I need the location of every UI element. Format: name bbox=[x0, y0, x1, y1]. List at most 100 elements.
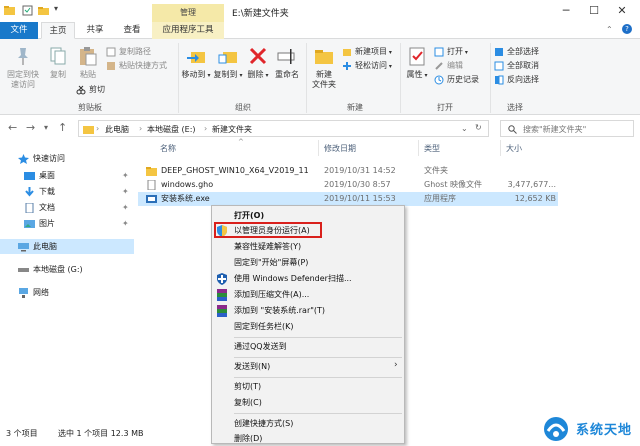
nav-local-disk-g[interactable]: 本地磁盘 (G:) bbox=[18, 263, 83, 277]
new-item-icon bbox=[343, 48, 351, 56]
table-row[interactable]: DEEP_GHOST_WIN10_X64_V2019_11 2019/10/31… bbox=[138, 164, 558, 178]
properties-button[interactable]: 属性 ▾ bbox=[404, 45, 430, 81]
forward-arrow-icon[interactable]: → bbox=[26, 121, 35, 134]
new-item-button[interactable]: 新建项目 ▾ bbox=[342, 45, 392, 58]
nav-desktop[interactable]: 桌面 bbox=[24, 169, 55, 183]
breadcrumb-new-folder[interactable]: 新建文件夹 bbox=[212, 124, 252, 135]
menu-compat-troubleshoot[interactable]: 兼容性疑难解答(Y) bbox=[234, 240, 301, 254]
tab-file[interactable]: 文件 bbox=[0, 22, 38, 39]
copy-button[interactable]: 复制 bbox=[44, 45, 72, 80]
properties-quick-icon[interactable] bbox=[22, 5, 33, 16]
delete-button[interactable]: 删除 ▾ bbox=[246, 45, 270, 81]
address-box[interactable]: › 此电脑 › 本地磁盘 (E:) › 新建文件夹 ⌄ ↻ bbox=[78, 120, 489, 137]
select-all-button[interactable]: 全部选择 bbox=[494, 45, 539, 58]
select-group-label: 选择 bbox=[507, 103, 523, 112]
back-arrow-icon[interactable]: ← bbox=[8, 121, 17, 134]
refresh-icon[interactable]: ↻ bbox=[475, 123, 482, 132]
open-button[interactable]: 打开 ▾ bbox=[434, 45, 468, 58]
column-date[interactable]: 修改日期 bbox=[324, 143, 356, 154]
menu-pin-taskbar[interactable]: 固定到任务栏(K) bbox=[234, 320, 294, 334]
nav-downloads[interactable]: 下载 bbox=[24, 185, 55, 199]
column-size[interactable]: 大小 bbox=[506, 143, 522, 154]
context-menu: 打开(O) 以管理员身份运行(A) 兼容性疑难解答(Y) 固定到"开始"屏幕(P… bbox=[211, 205, 405, 444]
menu-cut[interactable]: 剪切(T) bbox=[234, 380, 261, 394]
folder-icon bbox=[83, 126, 94, 134]
customize-qat-icon[interactable]: ▾ bbox=[54, 4, 58, 13]
submenu-arrow-icon: › bbox=[394, 360, 398, 370]
menu-add-rar[interactable]: 添加到 "安装系统.rar"(T) bbox=[234, 304, 325, 318]
menu-pin-start[interactable]: 固定到"开始"屏幕(P) bbox=[234, 256, 308, 270]
edit-button[interactable]: 编辑 bbox=[434, 59, 463, 72]
tab-view[interactable]: 查看 bbox=[114, 22, 150, 39]
menu-separator bbox=[234, 337, 402, 338]
move-to-button[interactable]: 移动到 ▾ bbox=[180, 45, 212, 81]
menu-send-to[interactable]: 发送到(N) bbox=[234, 360, 270, 374]
table-row-selected[interactable]: 安装系统.exe 2019/10/11 15:53 应用程序 12,652 KB bbox=[138, 192, 558, 206]
address-dropdown-icon[interactable]: ⌄ bbox=[461, 124, 468, 133]
menu-qq-send[interactable]: 通过QQ发送到 bbox=[234, 340, 287, 354]
download-arrow-icon bbox=[25, 186, 34, 197]
pin-quick-access-button[interactable]: 固定到快 速访问 bbox=[4, 45, 42, 90]
edit-icon bbox=[435, 61, 443, 70]
recent-chevron-icon[interactable]: ▾ bbox=[44, 123, 48, 132]
maximize-button[interactable]: ☐ bbox=[580, 2, 608, 20]
table-row[interactable]: windows.gho 2019/10/30 8:57 Ghost 映像文件 3… bbox=[138, 178, 558, 192]
highlight-box bbox=[214, 222, 322, 238]
manage-context-tab-header[interactable]: 管理 bbox=[152, 4, 224, 22]
pin-icon[interactable]: ✦ bbox=[122, 219, 129, 228]
menu-add-archive[interactable]: 添加到压缩文件(A)... bbox=[234, 288, 309, 302]
copy-icon bbox=[50, 47, 66, 65]
invert-selection-button[interactable]: 反向选择 bbox=[494, 73, 539, 86]
menu-defender-scan[interactable]: 使用 Windows Defender扫描... bbox=[234, 272, 352, 286]
select-none-button[interactable]: 全部取消 bbox=[494, 59, 539, 72]
easy-access-button[interactable]: 轻松访问 ▾ bbox=[342, 59, 392, 72]
watermark-text: 系统天地 bbox=[576, 423, 633, 438]
menu-separator bbox=[234, 357, 402, 358]
copy-to-button[interactable]: 复制到 ▾ bbox=[212, 45, 244, 81]
nav-documents[interactable]: 文档 bbox=[24, 201, 55, 215]
navigation-pane: 快速访问 桌面 ✦ 下载 ✦ 文档 ✦ 图片 ✦ 此电脑 本地磁盘 (G:) 网… bbox=[0, 140, 138, 424]
new-folder-quick-icon[interactable] bbox=[38, 5, 49, 16]
breadcrumb-local-disk[interactable]: 本地磁盘 (E:) bbox=[147, 124, 196, 135]
paste-button[interactable]: 粘贴 bbox=[74, 45, 102, 80]
ribbon-tabs: 文件 主页 共享 查看 应用程序工具 ⌃ ? bbox=[0, 22, 640, 39]
new-folder-button[interactable]: 新建 文件夹 bbox=[308, 45, 340, 90]
properties-icon bbox=[409, 47, 425, 66]
nav-this-pc[interactable]: 此电脑 bbox=[18, 240, 57, 254]
pin-icon[interactable]: ✦ bbox=[122, 171, 129, 180]
network-icon bbox=[19, 287, 28, 298]
nav-quick-access[interactable]: 快速访问 bbox=[18, 152, 65, 166]
column-name[interactable]: 名称 bbox=[160, 143, 176, 154]
menu-copy[interactable]: 复制(C) bbox=[234, 396, 262, 410]
tab-app-tools[interactable]: 应用程序工具 bbox=[152, 22, 224, 39]
nav-network[interactable]: 网络 bbox=[18, 286, 49, 300]
ribbon-collapse-icon[interactable]: ⌃ bbox=[606, 25, 613, 34]
menu-create-shortcut[interactable]: 创建快捷方式(S) bbox=[234, 417, 293, 431]
tab-home[interactable]: 主页 bbox=[41, 22, 75, 39]
up-arrow-icon[interactable]: ↑ bbox=[58, 121, 67, 134]
copy-path-button[interactable]: 复制路径 bbox=[106, 45, 151, 58]
open-group-label: 打开 bbox=[437, 103, 453, 112]
winrar-icon bbox=[217, 289, 227, 301]
column-type[interactable]: 类型 bbox=[424, 143, 440, 154]
search-box[interactable]: 搜索"新建文件夹" bbox=[500, 120, 634, 137]
paste-shortcut-button[interactable]: 粘贴快捷方式 bbox=[106, 59, 167, 72]
title-bar: ▾ 管理 E:\新建文件夹 ─ ☐ ✕ bbox=[0, 0, 640, 22]
folder-icon bbox=[146, 167, 157, 176]
breadcrumb-this-pc[interactable]: 此电脑 bbox=[105, 124, 129, 135]
pin-icon[interactable]: ✦ bbox=[122, 203, 129, 212]
file-icon bbox=[147, 180, 156, 190]
cut-button[interactable]: 剪切 bbox=[76, 83, 105, 96]
menu-separator bbox=[234, 377, 402, 378]
tab-share[interactable]: 共享 bbox=[78, 22, 112, 39]
help-icon[interactable]: ? bbox=[622, 24, 632, 34]
rename-icon bbox=[277, 49, 295, 64]
history-button[interactable]: 历史记录 bbox=[434, 73, 479, 86]
close-button[interactable]: ✕ bbox=[608, 2, 636, 20]
rename-button[interactable]: 重命名 bbox=[272, 45, 302, 80]
minimize-button[interactable]: ─ bbox=[552, 2, 580, 20]
menu-open[interactable]: 打开(O) bbox=[234, 209, 264, 223]
nav-pictures[interactable]: 图片 bbox=[24, 217, 55, 231]
search-icon bbox=[508, 125, 517, 134]
pin-icon[interactable]: ✦ bbox=[122, 187, 129, 196]
